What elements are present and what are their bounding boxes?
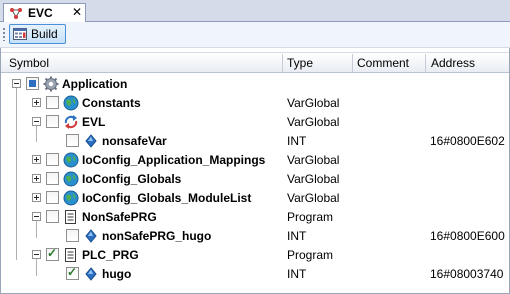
- checkbox[interactable]: [46, 96, 59, 109]
- checkbox-checked[interactable]: ✓: [46, 246, 59, 261]
- refresh-arrows-icon: [64, 115, 78, 129]
- symbol-name: EVL: [82, 115, 106, 129]
- program-document-icon: [65, 210, 76, 224]
- collapse-toggle[interactable]: [32, 250, 41, 259]
- symbol-type: INT: [287, 134, 307, 148]
- symbol-type: INT: [287, 267, 307, 281]
- column-header-comment[interactable]: Comment: [357, 56, 409, 70]
- tree-row-evl[interactable]: EVL VarGlobal: [0, 113, 510, 132]
- checkbox[interactable]: [66, 229, 79, 242]
- column-divider[interactable]: [282, 54, 283, 72]
- column-header-symbol[interactable]: Symbol: [9, 56, 49, 70]
- toolbar-grip[interactable]: [3, 28, 5, 41]
- checkbox[interactable]: [46, 210, 59, 223]
- checkmark-icon: ✓: [67, 265, 78, 279]
- globe-icon: [63, 152, 79, 168]
- collapse-toggle[interactable]: [12, 79, 21, 88]
- tree-row-nonsafeprg-hugo[interactable]: nonSafePRG_hugo INT 16#0800E600: [0, 227, 510, 246]
- close-icon[interactable]: ✕: [72, 5, 82, 19]
- symbol-type: INT: [287, 229, 307, 243]
- symbol-name: hugo: [102, 267, 132, 281]
- tree-row-constants[interactable]: Constants VarGlobal: [0, 94, 510, 113]
- build-icon: [13, 28, 27, 40]
- symbol-name: IoConfig_Globals: [82, 172, 182, 186]
- variable-diamond-icon: [85, 134, 97, 148]
- checkbox[interactable]: [46, 172, 59, 185]
- symbol-type: VarGlobal: [287, 172, 340, 186]
- editor-tab-strip: EVC ✕: [0, 0, 510, 22]
- symbol-name: Constants: [82, 96, 141, 110]
- expand-toggle[interactable]: [32, 174, 41, 183]
- tab-title: EVC: [28, 6, 53, 20]
- tree-row-nonsafevar[interactable]: nonsafeVar INT 16#0800E602: [0, 132, 510, 151]
- tab-evc[interactable]: EVC ✕: [3, 3, 86, 22]
- checkbox[interactable]: [46, 153, 59, 166]
- symbol-type: VarGlobal: [287, 191, 340, 205]
- symbol-type: VarGlobal: [287, 96, 340, 110]
- tree-row-nonsafeprg[interactable]: NonSafePRG Program: [0, 208, 510, 227]
- symbol-name: nonsafeVar: [102, 134, 167, 148]
- expand-toggle[interactable]: [32, 155, 41, 164]
- build-label: Build: [31, 27, 58, 41]
- symbol-type: Program: [287, 210, 334, 224]
- symbol-address: 16#0800E600: [430, 229, 505, 243]
- symbol-address: 16#0800E602: [430, 134, 505, 148]
- checkmark-icon: ✓: [47, 246, 58, 260]
- gear-icon: [43, 76, 59, 92]
- evc-icon: [10, 8, 22, 19]
- expand-toggle[interactable]: [32, 98, 41, 107]
- globe-icon: [63, 171, 79, 187]
- symbol-name: IoConfig_Globals_ModuleList: [82, 191, 252, 205]
- symbol-name: IoConfig_Application_Mappings: [82, 153, 266, 167]
- checkbox-partial[interactable]: [26, 77, 39, 90]
- globe-icon: [63, 95, 79, 111]
- program-document-icon: [65, 248, 76, 262]
- symbol-name: NonSafePRG: [82, 210, 157, 224]
- globe-icon: [63, 190, 79, 206]
- column-divider[interactable]: [352, 54, 353, 72]
- checkbox[interactable]: [66, 134, 79, 147]
- symbol-type: VarGlobal: [287, 153, 340, 167]
- tree-row-application[interactable]: Application: [0, 75, 510, 94]
- table-header: Symbol Type Comment Address: [1, 52, 509, 73]
- tree-row-ioconfig-globals[interactable]: IoConfig_Globals VarGlobal: [0, 170, 510, 189]
- column-divider[interactable]: [425, 54, 426, 72]
- checkbox[interactable]: [46, 191, 59, 204]
- column-header-type[interactable]: Type: [287, 56, 313, 70]
- tree-row-ioconfig-application-mappings[interactable]: IoConfig_Application_Mappings VarGlobal: [0, 151, 510, 170]
- symbol-name: Application: [62, 77, 128, 91]
- collapse-toggle[interactable]: [32, 212, 41, 221]
- tree-row-hugo[interactable]: ✓ hugo INT 16#08003740: [0, 265, 510, 284]
- tree-row-plc-prg[interactable]: ✓ PLC_PRG Program: [0, 246, 510, 265]
- symbol-name: PLC_PRG: [82, 248, 139, 262]
- checkbox[interactable]: [46, 115, 59, 128]
- build-button[interactable]: Build: [9, 24, 66, 44]
- symbol-type: VarGlobal: [287, 115, 340, 129]
- variable-diamond-icon: [85, 267, 97, 281]
- variable-diamond-icon: [85, 229, 97, 243]
- column-header-address[interactable]: Address: [431, 56, 475, 70]
- symbol-address: 16#08003740: [430, 267, 504, 281]
- tree-row-ioconfig-globals-modulelist[interactable]: IoConfig_Globals_ModuleList VarGlobal: [0, 189, 510, 208]
- collapse-toggle[interactable]: [32, 117, 41, 126]
- checkbox-checked[interactable]: ✓: [66, 265, 79, 280]
- expand-toggle[interactable]: [32, 193, 41, 202]
- symbol-type: Program: [287, 248, 334, 262]
- symbol-name: nonSafePRG_hugo: [102, 229, 212, 243]
- toolbar: Build: [0, 22, 510, 48]
